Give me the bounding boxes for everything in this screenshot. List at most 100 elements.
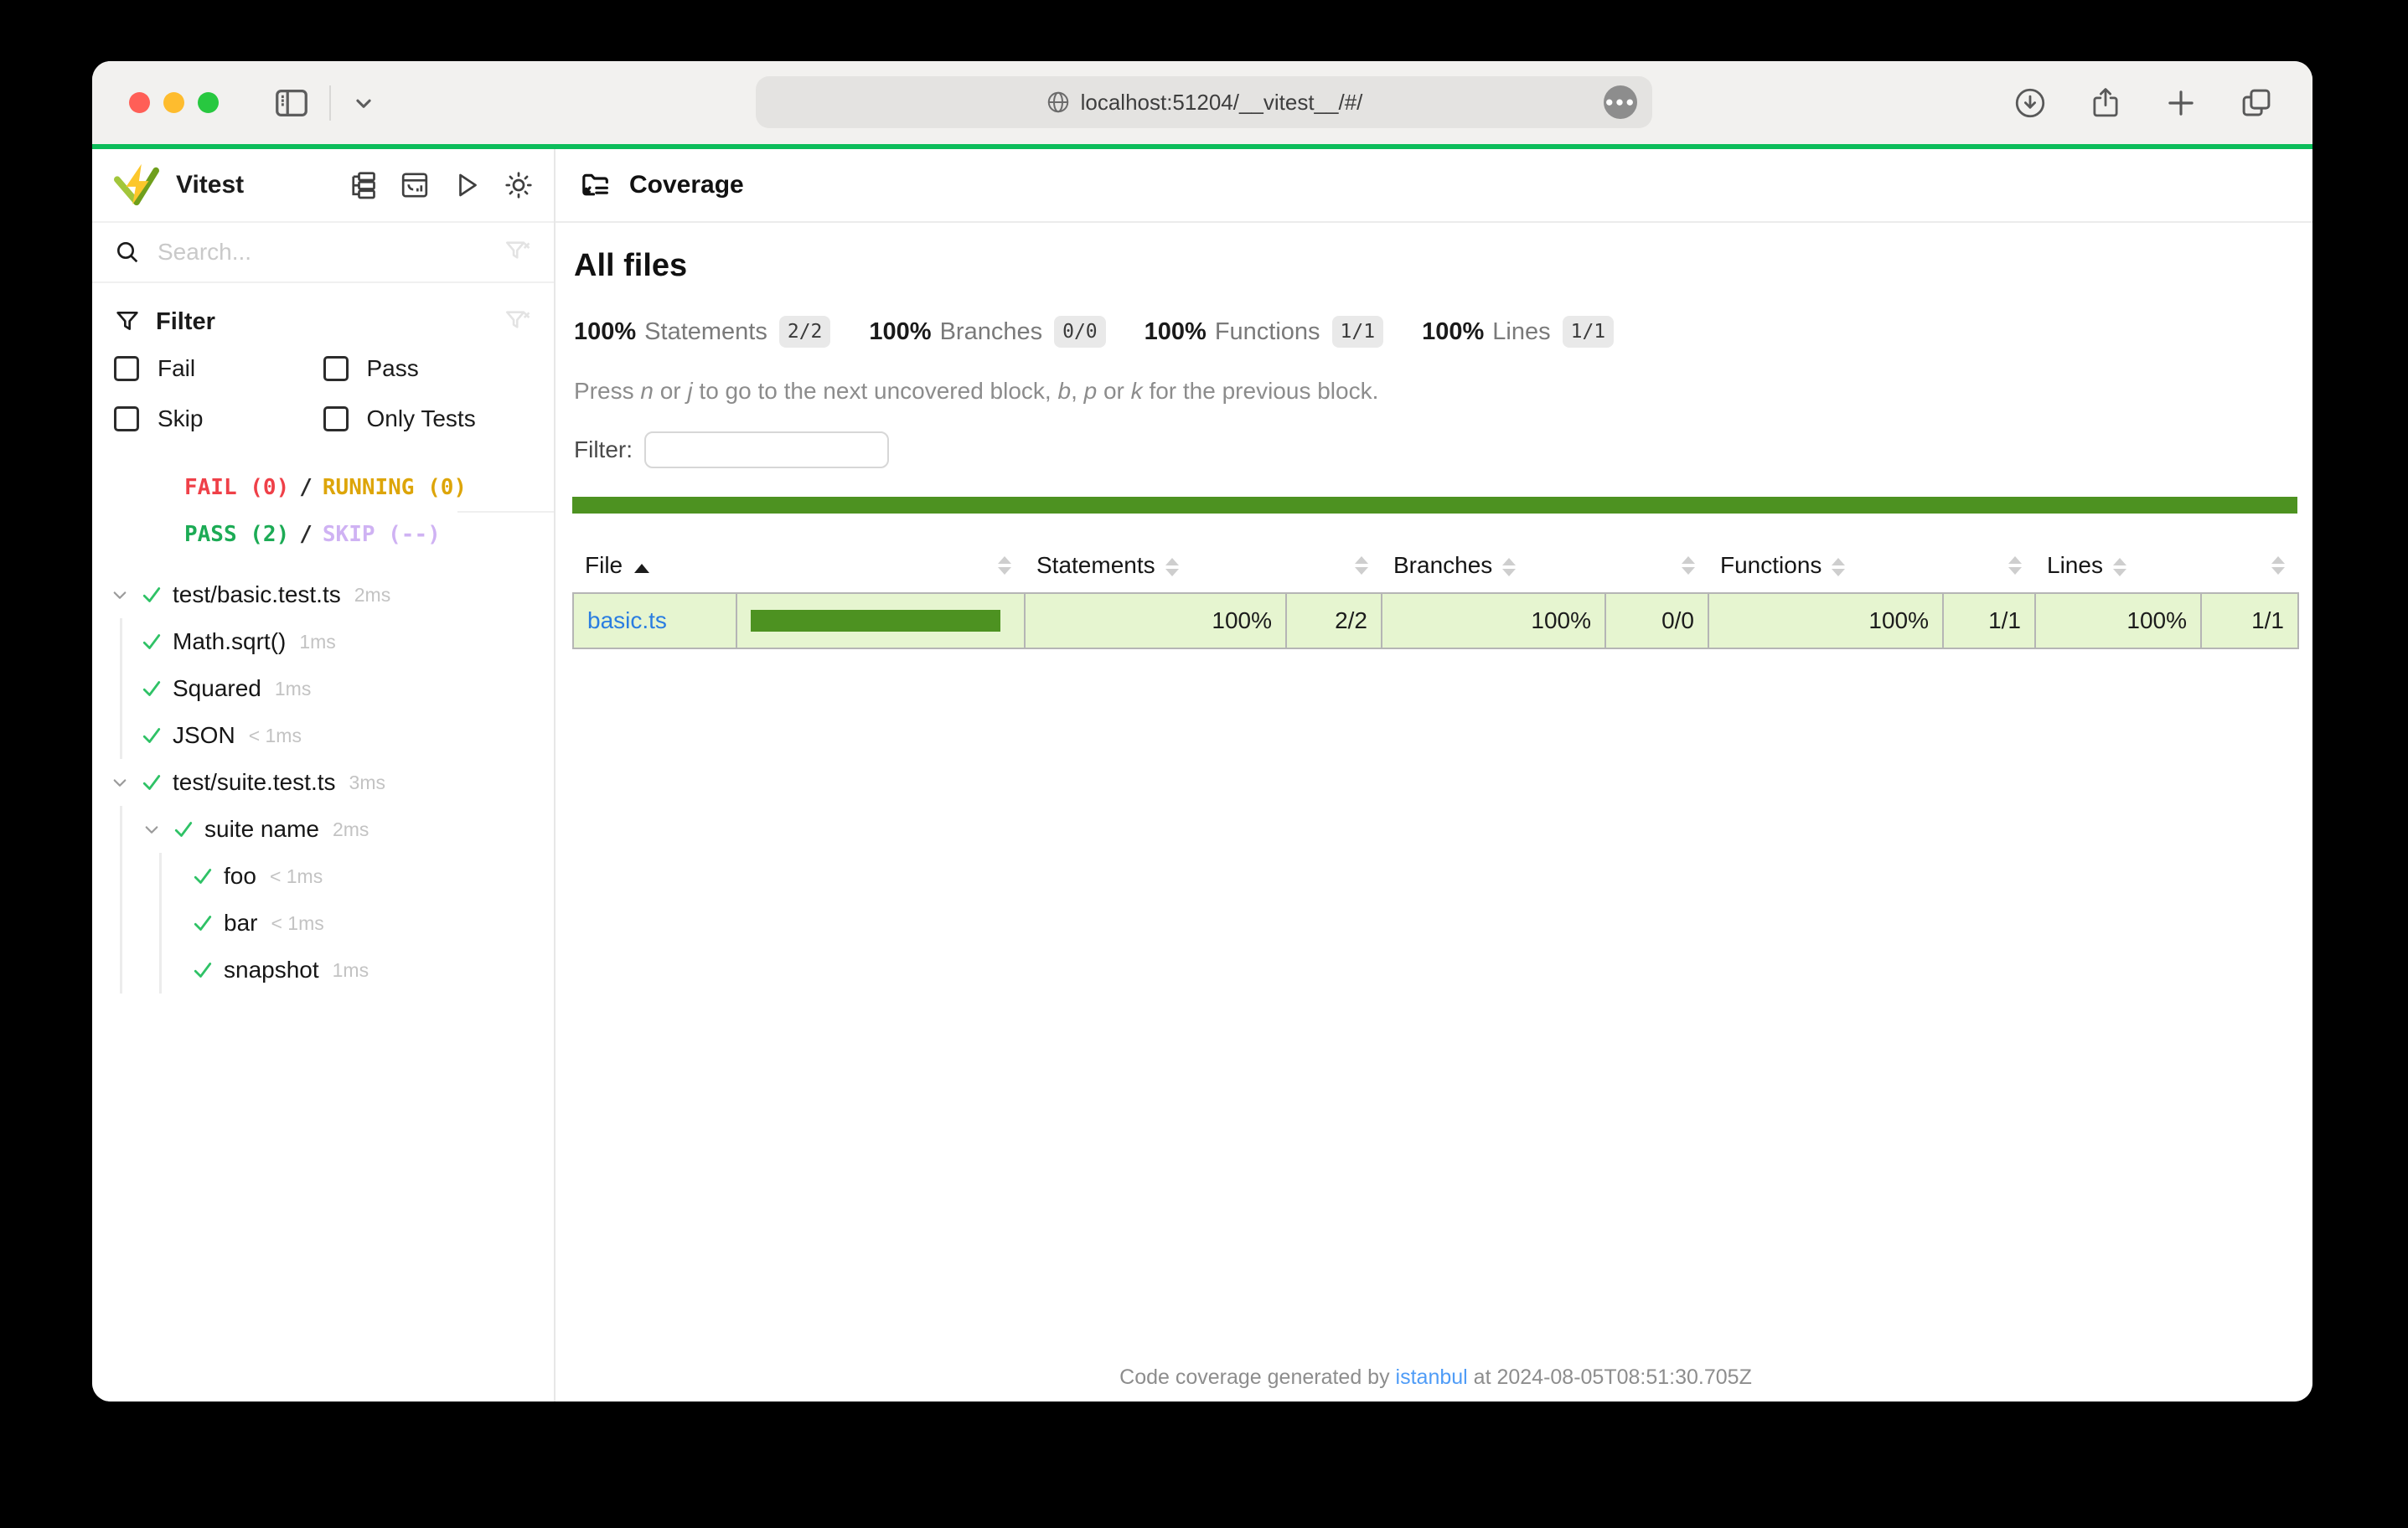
column-header-file[interactable]: File bbox=[573, 539, 736, 593]
tree-item-squared[interactable]: Squared 1ms bbox=[122, 665, 554, 712]
expand-tree-icon[interactable] bbox=[348, 170, 378, 200]
sort-ascending-icon bbox=[634, 564, 649, 573]
table-row: basic.ts 100% 2/2 100% 0/0 100% 1/1 100%… bbox=[573, 593, 2298, 648]
dashboard-icon[interactable] bbox=[400, 170, 430, 200]
downloads-icon[interactable] bbox=[2013, 85, 2048, 121]
statements-fraction-badge: 2/2 bbox=[779, 316, 831, 348]
new-tab-icon[interactable] bbox=[2163, 85, 2199, 121]
column-header-lines[interactable]: Lines bbox=[2035, 539, 2201, 593]
tree-item-basic-test-file[interactable]: test/basic.test.ts 2ms bbox=[92, 571, 554, 618]
test-run-summary: FAIL (0) / RUNNING (0) PASS (2) / SKIP (… bbox=[92, 464, 554, 558]
pass-check-icon bbox=[139, 770, 164, 795]
sidebar-toggle-icon[interactable] bbox=[272, 84, 311, 122]
column-header-branches-frac[interactable] bbox=[1605, 539, 1708, 593]
tree-item-duration: 1ms bbox=[275, 678, 311, 700]
run-all-tests-icon[interactable] bbox=[452, 170, 482, 200]
tab-overview-icon[interactable] bbox=[2239, 85, 2274, 121]
coverage-heading: All files bbox=[574, 248, 2299, 284]
tree-item-duration: 3ms bbox=[349, 772, 385, 794]
tree-item-label: test/basic.test.ts bbox=[173, 581, 341, 608]
sort-icon[interactable] bbox=[1832, 558, 1845, 576]
tree-item-duration: 1ms bbox=[299, 631, 335, 653]
status-separator: / bbox=[299, 475, 313, 500]
search-input[interactable] bbox=[158, 239, 504, 266]
sort-icon[interactable] bbox=[2008, 556, 2022, 575]
pass-check-icon bbox=[139, 629, 164, 654]
tree-item-duration: < 1ms bbox=[271, 912, 323, 935]
coverage-bar-fill bbox=[751, 610, 1000, 632]
clear-filters-icon[interactable] bbox=[504, 307, 532, 336]
branches-percent: 100% bbox=[869, 318, 931, 346]
chevron-down-icon[interactable] bbox=[139, 817, 164, 842]
coverage-table: File Statements Branches Functions Lines bbox=[572, 539, 2299, 649]
sort-icon[interactable] bbox=[1355, 556, 1368, 575]
pass-check-icon bbox=[171, 817, 196, 842]
lines-frac-cell: 1/1 bbox=[2201, 593, 2298, 648]
pass-check-icon bbox=[139, 676, 164, 701]
skip-checkbox[interactable] bbox=[114, 406, 139, 431]
tree-item-suite-name[interactable]: suite name 2ms bbox=[122, 806, 554, 853]
sort-icon[interactable] bbox=[1165, 558, 1179, 576]
filter-only-tests[interactable]: Only Tests bbox=[323, 394, 533, 444]
tree-item-snapshot[interactable]: snapshot 1ms bbox=[162, 947, 554, 994]
functions-label: Functions bbox=[1215, 318, 1320, 346]
theme-toggle-sun-icon[interactable] bbox=[504, 170, 534, 200]
filter-fail[interactable]: Fail bbox=[114, 343, 323, 394]
address-bar[interactable]: localhost:51204/__vitest__/#/ ●●● bbox=[756, 76, 1652, 128]
zoom-window-button[interactable] bbox=[198, 92, 219, 113]
column-header-functions-frac[interactable] bbox=[1943, 539, 2035, 593]
pass-check-icon bbox=[139, 723, 164, 748]
column-header-functions[interactable]: Functions bbox=[1708, 539, 1943, 593]
pass-check-icon bbox=[190, 958, 215, 983]
pass-checkbox-label: Pass bbox=[367, 355, 419, 382]
minimize-window-button[interactable] bbox=[163, 92, 184, 113]
column-header-statements-frac[interactable] bbox=[1286, 539, 1382, 593]
table-header-row: File Statements Branches Functions Lines bbox=[573, 539, 2298, 593]
file-cell: basic.ts bbox=[573, 593, 736, 648]
tree-item-math-sqrt[interactable]: Math.sqrt() 1ms bbox=[122, 618, 554, 665]
sort-icon[interactable] bbox=[2113, 558, 2126, 576]
clear-search-filter-icon[interactable] bbox=[504, 238, 532, 266]
pass-checkbox[interactable] bbox=[323, 356, 349, 381]
page-settings-button[interactable]: ●●● bbox=[1604, 85, 1637, 119]
close-window-button[interactable] bbox=[129, 92, 150, 113]
tree-item-duration: 2ms bbox=[333, 818, 369, 841]
sort-icon[interactable] bbox=[2271, 556, 2285, 575]
coverage-stats: 100% Statements 2/2 100% Branches 0/0 10… bbox=[574, 316, 2299, 348]
share-icon[interactable] bbox=[2088, 85, 2123, 121]
column-header-lines-frac[interactable] bbox=[2201, 539, 2298, 593]
chevron-down-icon[interactable] bbox=[107, 582, 132, 607]
globe-icon bbox=[1046, 90, 1071, 115]
file-link[interactable]: basic.ts bbox=[587, 607, 667, 633]
sort-icon[interactable] bbox=[1682, 556, 1695, 575]
filter-title: Filter bbox=[156, 308, 215, 336]
tree-item-json[interactable]: JSON < 1ms bbox=[122, 712, 554, 759]
sort-icon[interactable] bbox=[998, 556, 1011, 575]
column-header-branches[interactable]: Branches bbox=[1382, 539, 1605, 593]
tab-group-chevron-icon[interactable] bbox=[349, 89, 378, 117]
skip-checkbox-label: Skip bbox=[158, 405, 203, 432]
statements-label: Statements bbox=[644, 318, 767, 346]
filter-pass[interactable]: Pass bbox=[323, 343, 533, 394]
only-tests-checkbox[interactable] bbox=[323, 406, 349, 431]
pass-check-icon bbox=[190, 911, 215, 936]
tree-item-label: JSON bbox=[173, 722, 235, 749]
sidebar: Vitest bbox=[92, 149, 555, 1402]
column-header-pic[interactable] bbox=[736, 539, 1025, 593]
sort-icon[interactable] bbox=[1502, 558, 1516, 576]
fail-checkbox[interactable] bbox=[114, 356, 139, 381]
tree-item-bar[interactable]: bar < 1ms bbox=[162, 900, 554, 947]
tree-item-label: Math.sqrt() bbox=[173, 628, 286, 655]
vitest-logo bbox=[112, 163, 161, 208]
istanbul-link[interactable]: istanbul bbox=[1396, 1365, 1468, 1389]
statements-percent: 100% bbox=[574, 318, 636, 346]
browser-window: localhost:51204/__vitest__/#/ ●●● bbox=[92, 61, 2312, 1402]
tree-item-suite-test-file[interactable]: test/suite.test.ts 3ms bbox=[92, 759, 554, 806]
tree-item-foo[interactable]: foo < 1ms bbox=[162, 853, 554, 900]
column-header-statements[interactable]: Statements bbox=[1025, 539, 1286, 593]
search-icon bbox=[114, 239, 141, 266]
filter-skip[interactable]: Skip bbox=[114, 394, 323, 444]
coverage-filter-input[interactable] bbox=[644, 431, 889, 468]
stat-branches: 100% Branches 0/0 bbox=[869, 316, 1105, 348]
chevron-down-icon[interactable] bbox=[107, 770, 132, 795]
